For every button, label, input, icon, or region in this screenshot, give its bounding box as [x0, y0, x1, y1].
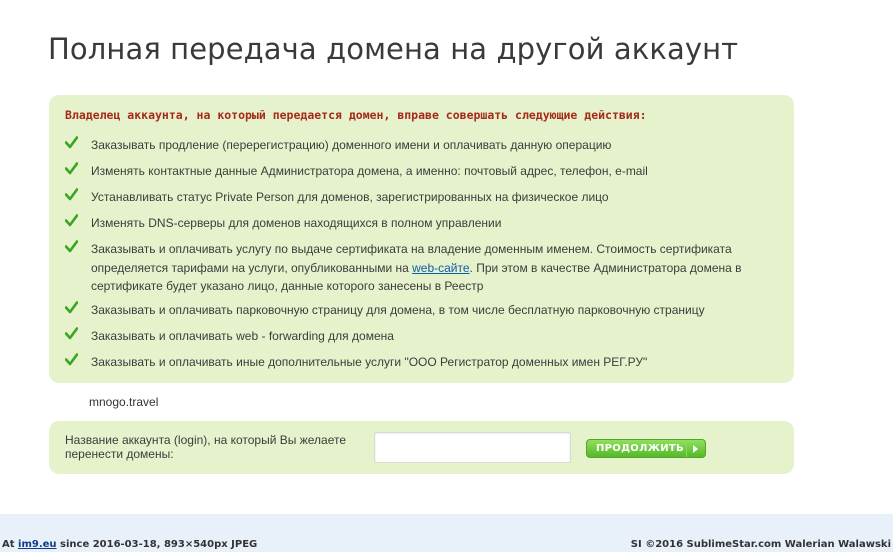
- list-item: Заказывать и оплачивать иные дополнитель…: [65, 353, 765, 372]
- rights-item-text: Заказывать и оплачивать услугу по выдаче…: [91, 240, 765, 296]
- website-link[interactable]: web-сайте: [412, 261, 469, 275]
- check-icon: [65, 136, 78, 149]
- footer-left: At im9.eu since 2016-03-18, 893×540px JP…: [2, 539, 257, 550]
- login-input[interactable]: [374, 432, 571, 463]
- footer-prefix: At: [2, 539, 19, 550]
- list-item: Заказывать продление (перерегистрацию) д…: [65, 136, 765, 155]
- login-label: Название аккаунта (login), на который Вы…: [65, 433, 346, 461]
- rights-heading: Владелец аккаунта, на который передается…: [65, 108, 647, 122]
- footer-right: SI ©2016 SublimeStar.com Walerian Walaws…: [630, 539, 891, 550]
- footer-suffix: since 2016-03-18, 893×540px JPEG: [56, 539, 258, 550]
- check-icon: [65, 301, 78, 314]
- footer: At im9.eu since 2016-03-18, 893×540px JP…: [0, 538, 893, 552]
- rights-item-text: Заказывать продление (перерегистрацию) д…: [91, 138, 612, 152]
- list-item: Заказывать и оплачивать парковочную стра…: [65, 301, 765, 320]
- rights-item-text: Изменять DNS-серверы для доменов находящ…: [91, 216, 502, 230]
- button-divider: [686, 440, 687, 457]
- list-item: Устанавливать статус Private Person для …: [65, 188, 765, 207]
- transfer-form: Название аккаунта (login), на который Вы…: [49, 421, 794, 474]
- check-icon: [65, 188, 78, 201]
- list-item: Изменять DNS-серверы для доменов находящ…: [65, 214, 765, 233]
- check-icon: [65, 214, 78, 227]
- page-title: Полная передача домена на другой аккаунт: [48, 32, 739, 66]
- list-item: Изменять контактные данные Администратор…: [65, 162, 765, 181]
- list-item: Заказывать и оплачивать web - forwarding…: [65, 327, 765, 346]
- rights-item-text: Изменять контактные данные Администратор…: [91, 164, 648, 178]
- rights-item-text: Заказывать и оплачивать иные дополнитель…: [91, 355, 648, 369]
- footer-site-link[interactable]: im9.eu: [18, 539, 57, 550]
- rights-item-text: Заказывать и оплачивать парковочную стра…: [91, 303, 705, 317]
- arrow-right-icon: [693, 444, 698, 453]
- domain-name: mnogo.travel: [89, 395, 159, 409]
- rights-item-text: Устанавливать статус Private Person для …: [91, 190, 609, 204]
- continue-button-label: ПРОДОЛЖИТЬ: [596, 443, 684, 454]
- rights-item-text: Заказывать и оплачивать web - forwarding…: [91, 329, 394, 343]
- continue-button[interactable]: ПРОДОЛЖИТЬ: [586, 439, 706, 458]
- check-icon: [65, 327, 78, 340]
- list-item: Заказывать и оплачивать услугу по выдаче…: [65, 240, 765, 296]
- check-icon: [65, 353, 78, 366]
- check-icon: [65, 240, 78, 253]
- rights-panel: Владелец аккаунта, на который передается…: [49, 95, 794, 383]
- check-icon: [65, 162, 78, 175]
